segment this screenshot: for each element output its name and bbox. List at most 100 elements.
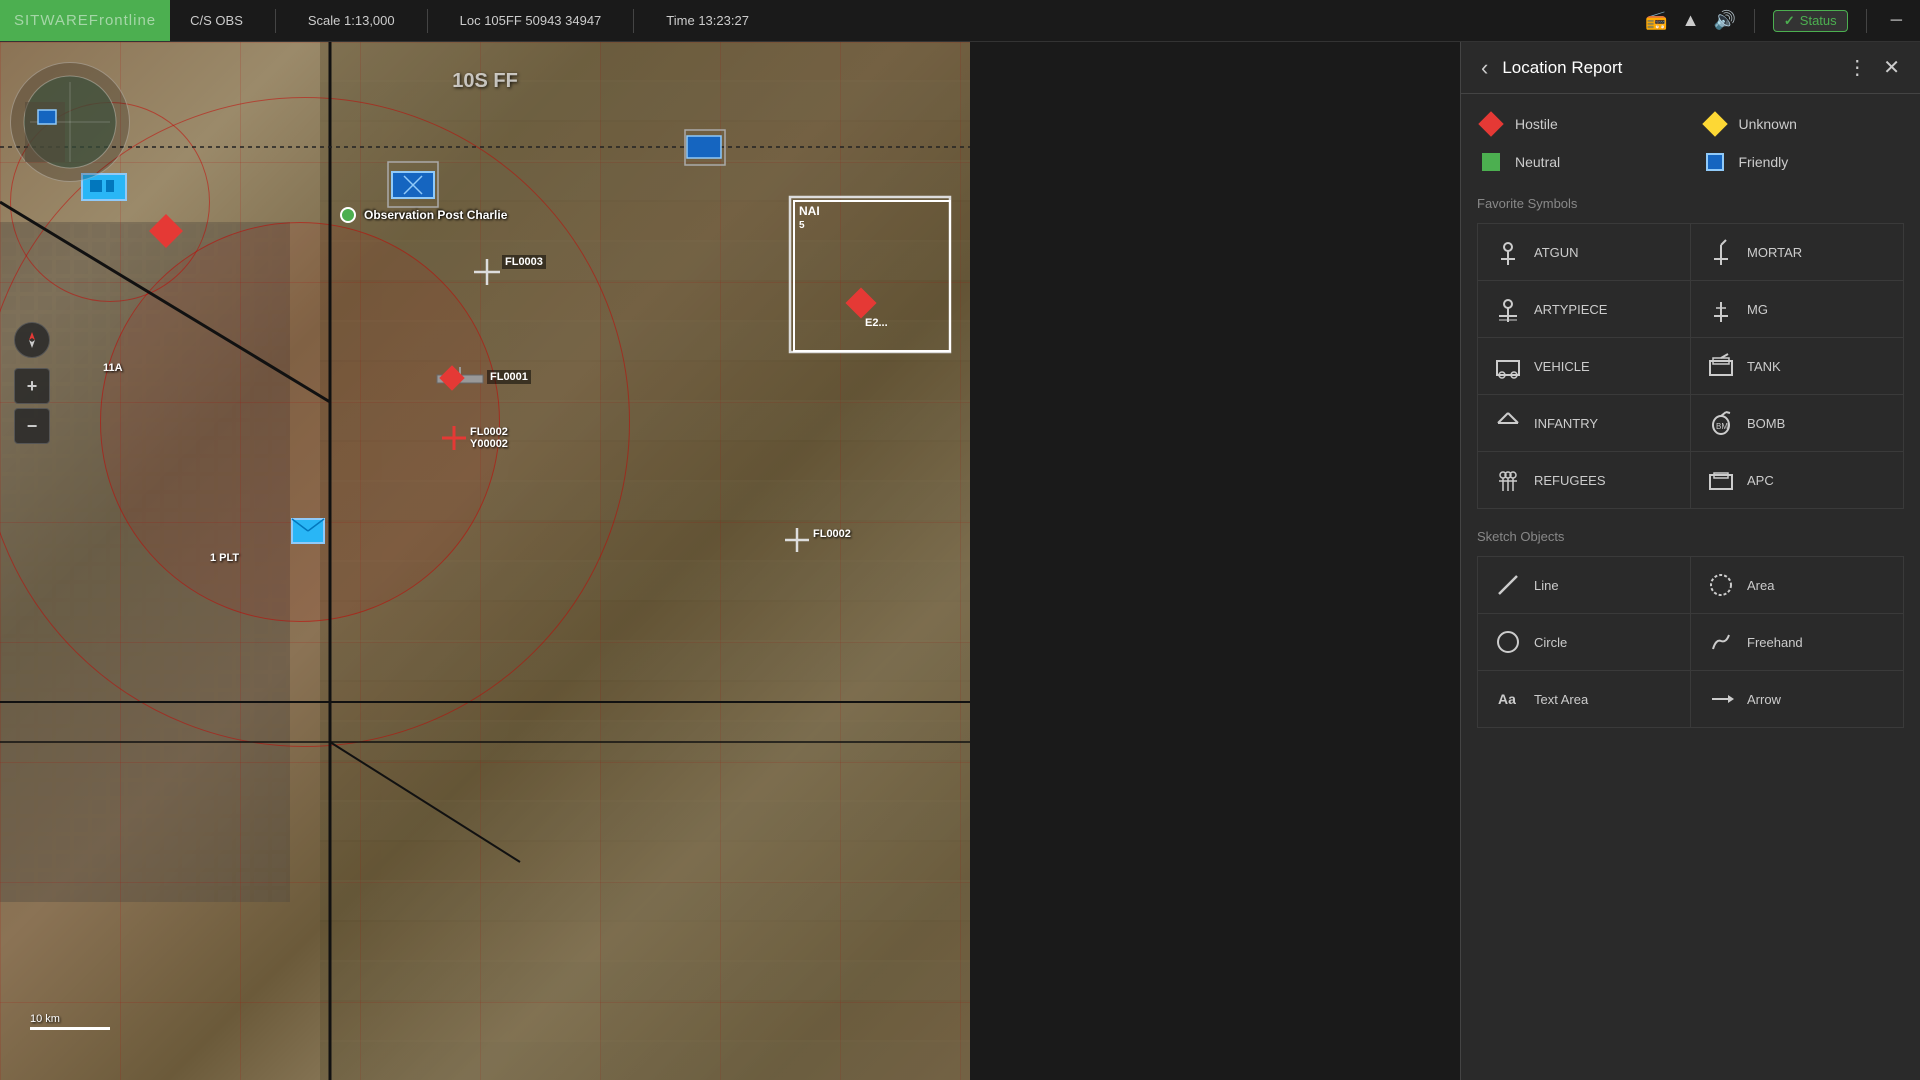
fl0002b-label: FL0002 bbox=[813, 528, 851, 540]
loc-info: Loc 105FF 50943 34947 bbox=[460, 9, 602, 33]
hostile-diamond-icon bbox=[1478, 111, 1503, 136]
brand-sub: Frontline bbox=[89, 12, 156, 29]
hostile-legend-label: Hostile bbox=[1515, 116, 1558, 132]
topbar-info: C/S OBS Scale 1:13,000 Loc 105FF 50943 3… bbox=[170, 9, 769, 33]
fl0002a-symbol[interactable]: FL0002 Y00002 bbox=[440, 424, 468, 457]
arrow-sketch-label: Arrow bbox=[1747, 692, 1781, 707]
tactical-lines bbox=[0, 42, 970, 1080]
circle-sketch-label: Circle bbox=[1534, 635, 1567, 650]
friendly-legend-label: Friendly bbox=[1739, 154, 1789, 170]
apc-icon bbox=[1705, 464, 1737, 496]
atgun-icon bbox=[1492, 236, 1524, 268]
cs-label: C/S OBS bbox=[190, 13, 243, 28]
symbols-grid: ATGUN MORTAR bbox=[1477, 223, 1904, 509]
compass-button[interactable] bbox=[14, 322, 50, 358]
neutral-square-icon bbox=[1482, 153, 1500, 171]
symbol-refugees[interactable]: REFUGEES bbox=[1478, 452, 1691, 509]
tank-icon bbox=[1705, 350, 1737, 382]
sketch-area[interactable]: Area bbox=[1691, 557, 1904, 614]
scale-label: Scale 1:13,000 bbox=[308, 13, 395, 28]
zoom-in-button[interactable]: + bbox=[14, 368, 50, 404]
symbol-vehicle[interactable]: VEHICLE bbox=[1478, 338, 1691, 395]
minimap bbox=[10, 62, 130, 182]
divider1 bbox=[275, 9, 276, 33]
obs-post-charlie[interactable]: Observation Post Charlie bbox=[340, 207, 507, 223]
volume-icon[interactable]: 🔊 bbox=[1713, 10, 1735, 31]
nai-sub: 5 bbox=[799, 220, 820, 231]
symbol-artypiece[interactable]: ARTYPIECE bbox=[1478, 281, 1691, 338]
neutral-legend-icon bbox=[1477, 148, 1505, 176]
unknown-diamond-icon bbox=[1702, 111, 1727, 136]
legend-hostile: Hostile bbox=[1477, 110, 1681, 138]
sketch-textarea[interactable]: Aa Text Area bbox=[1478, 671, 1691, 728]
symbol-apc[interactable]: APC bbox=[1691, 452, 1904, 509]
infantry-icon bbox=[1492, 407, 1524, 439]
sketch-circle[interactable]: Circle bbox=[1478, 614, 1691, 671]
vehicle-icon bbox=[1492, 350, 1524, 382]
fl0002a-label: FL0002 Y00002 bbox=[470, 426, 508, 450]
vehicle-label: VEHICLE bbox=[1534, 359, 1590, 374]
legend-friendly: Friendly bbox=[1701, 148, 1905, 176]
bomb-label: BOMB bbox=[1747, 416, 1785, 431]
blue-unit-top[interactable] bbox=[390, 164, 436, 207]
fl0002b-symbol[interactable]: FL0002 bbox=[783, 526, 811, 559]
minimap-content bbox=[20, 72, 120, 172]
blue-unit-envelope[interactable] bbox=[290, 517, 326, 550]
nai-e2-label: E2... bbox=[865, 317, 888, 329]
symbol-infantry[interactable]: INFANTRY bbox=[1478, 395, 1691, 452]
mortar-icon bbox=[1705, 236, 1737, 268]
area-sketch-label: Area bbox=[1747, 578, 1774, 593]
symbol-atgun[interactable]: ATGUN bbox=[1478, 224, 1691, 281]
apc-label: APC bbox=[1747, 473, 1774, 488]
symbol-bomb[interactable]: BM BOMB bbox=[1691, 395, 1904, 452]
status-badge: Status bbox=[1773, 10, 1848, 32]
arrow-sketch-icon bbox=[1705, 683, 1737, 715]
legend-neutral: Neutral bbox=[1477, 148, 1681, 176]
symbol-tank[interactable]: TANK bbox=[1691, 338, 1904, 395]
sketch-grid: Line Area Circle bbox=[1477, 556, 1904, 728]
sketch-objects-title: Sketch Objects bbox=[1477, 529, 1904, 544]
divider5 bbox=[1866, 9, 1867, 33]
blue-unit-small[interactable] bbox=[685, 132, 723, 169]
friendly-square-icon bbox=[1706, 153, 1724, 171]
map-controls: + − bbox=[14, 322, 50, 444]
divider3 bbox=[633, 9, 634, 33]
mg-label: MG bbox=[1747, 302, 1768, 317]
app-brand: SITWARE Frontline bbox=[0, 0, 170, 41]
sidebar-menu-button[interactable]: ⋮ bbox=[1839, 51, 1875, 84]
radio-icon[interactable]: 📻 bbox=[1645, 10, 1667, 31]
svg-text:Aa: Aa bbox=[1498, 691, 1516, 707]
unit-11a-label: 11A bbox=[103, 362, 123, 374]
mortar-label: MORTAR bbox=[1747, 245, 1802, 260]
obs-post-label: Observation Post Charlie bbox=[364, 208, 507, 222]
sketch-line[interactable]: Line bbox=[1478, 557, 1691, 614]
fl0003-symbol[interactable]: FL0003 bbox=[472, 257, 502, 292]
symbol-mg[interactable]: MG bbox=[1691, 281, 1904, 338]
artypiece-icon bbox=[1492, 293, 1524, 325]
map-view[interactable]: 10S FF 10 km bbox=[0, 42, 970, 1080]
nai-content: NAI 5 bbox=[799, 204, 820, 231]
time-info: Time 13:23:27 bbox=[666, 9, 749, 33]
hostile-legend-icon bbox=[1477, 110, 1505, 138]
circle-sketch-icon bbox=[1492, 626, 1524, 658]
sidebar-header: ‹ Location Report ⋮ ✕ bbox=[1461, 42, 1920, 94]
sidebar-close-button[interactable]: ✕ bbox=[1875, 51, 1908, 84]
divider2 bbox=[427, 9, 428, 33]
symbol-mortar[interactable]: MORTAR bbox=[1691, 224, 1904, 281]
scale-info: Scale 1:13,000 bbox=[308, 9, 395, 33]
line-sketch-label: Line bbox=[1534, 578, 1559, 593]
sketch-arrow[interactable]: Arrow bbox=[1691, 671, 1904, 728]
unit-1plt-label: 1 PLT bbox=[210, 552, 239, 564]
legend-grid: Hostile Unknown Neutral Fr bbox=[1477, 110, 1904, 176]
sidebar-back-button[interactable]: ‹ bbox=[1473, 51, 1496, 85]
topbar-right: 📻 ▲ 🔊 Status ─ bbox=[1645, 9, 1920, 33]
fl0001-symbol[interactable]: FL0001 bbox=[435, 367, 485, 389]
scale-line bbox=[30, 1027, 110, 1030]
zoom-out-button[interactable]: − bbox=[14, 408, 50, 444]
infantry-label: INFANTRY bbox=[1534, 416, 1598, 431]
sketch-freehand[interactable]: Freehand bbox=[1691, 614, 1904, 671]
artypiece-label: ARTYPIECE bbox=[1534, 302, 1607, 317]
window-minimize[interactable]: ─ bbox=[1885, 10, 1908, 32]
sidebar-body: Hostile Unknown Neutral Fr bbox=[1461, 94, 1920, 1080]
nai-box: NAI 5 E2... bbox=[793, 200, 951, 352]
